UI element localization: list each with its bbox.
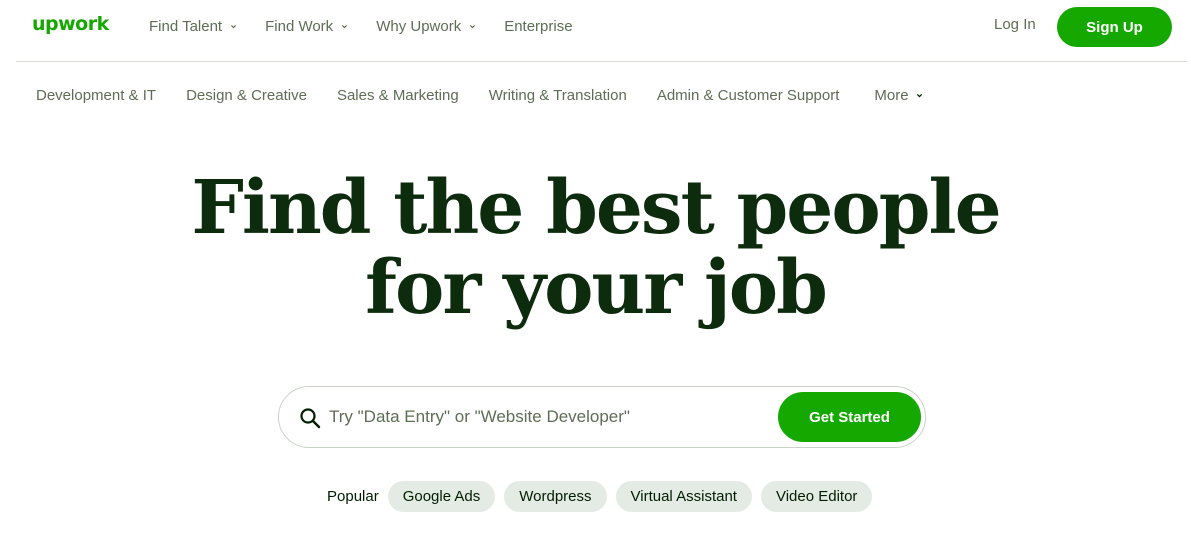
chip-google-ads[interactable]: Google Ads bbox=[387, 481, 496, 512]
main-nav: Find Talent Find Work Why Upwork Enterpr… bbox=[149, 0, 601, 52]
header-divider bbox=[16, 61, 1187, 62]
search-icon bbox=[300, 408, 321, 429]
nav-why-upwork[interactable]: Why Upwork bbox=[376, 18, 476, 35]
category-writing-translation[interactable]: Writing & Translation bbox=[489, 87, 627, 104]
top-bar: upwork Find Talent Find Work Why Upwork … bbox=[0, 0, 1191, 61]
chip-virtual-assistant[interactable]: Virtual Assistant bbox=[615, 481, 752, 512]
chip-video-editor[interactable]: Video Editor bbox=[760, 481, 873, 512]
nav-find-talent-label: Find Talent bbox=[149, 17, 223, 35]
nav-find-work-label: Find Work bbox=[265, 17, 334, 35]
nav-find-work[interactable]: Find Work bbox=[265, 18, 348, 35]
category-design-creative[interactable]: Design & Creative bbox=[186, 87, 307, 104]
nav-find-talent[interactable]: Find Talent bbox=[149, 18, 237, 35]
category-nav: Development & IT Design & Creative Sales… bbox=[36, 87, 953, 104]
chip-wordpress[interactable]: Wordpress bbox=[504, 481, 607, 512]
search-bar: Get Started bbox=[278, 386, 926, 448]
login-link[interactable]: Log In bbox=[994, 16, 1036, 33]
nav-why-upwork-label: Why Upwork bbox=[376, 17, 462, 35]
hero-headline: Find the best people for your job bbox=[0, 168, 1191, 328]
get-started-button[interactable]: Get Started bbox=[778, 392, 921, 442]
nav-enterprise-label: Enterprise bbox=[504, 17, 573, 35]
hero-line-1: Find the best people bbox=[191, 165, 1001, 251]
category-more[interactable]: More bbox=[874, 87, 922, 104]
category-development-it[interactable]: Development & IT bbox=[36, 87, 156, 104]
chevron-down-icon bbox=[342, 24, 348, 28]
hero-line-2: for your job bbox=[365, 245, 828, 331]
category-sales-marketing[interactable]: Sales & Marketing bbox=[337, 87, 459, 104]
search-input[interactable] bbox=[329, 401, 769, 433]
signup-button[interactable]: Sign Up bbox=[1057, 7, 1172, 47]
upwork-logo[interactable]: upwork bbox=[32, 13, 109, 35]
nav-enterprise[interactable]: Enterprise bbox=[504, 18, 572, 35]
category-admin-support[interactable]: Admin & Customer Support bbox=[657, 87, 840, 104]
popular-searches: Popular Google Ads Wordpress Virtual Ass… bbox=[327, 481, 881, 512]
chevron-down-icon bbox=[231, 24, 237, 28]
popular-label: Popular bbox=[327, 488, 379, 505]
chevron-down-icon bbox=[470, 24, 476, 28]
chevron-down-icon bbox=[916, 94, 922, 98]
category-more-label: More bbox=[874, 87, 909, 104]
